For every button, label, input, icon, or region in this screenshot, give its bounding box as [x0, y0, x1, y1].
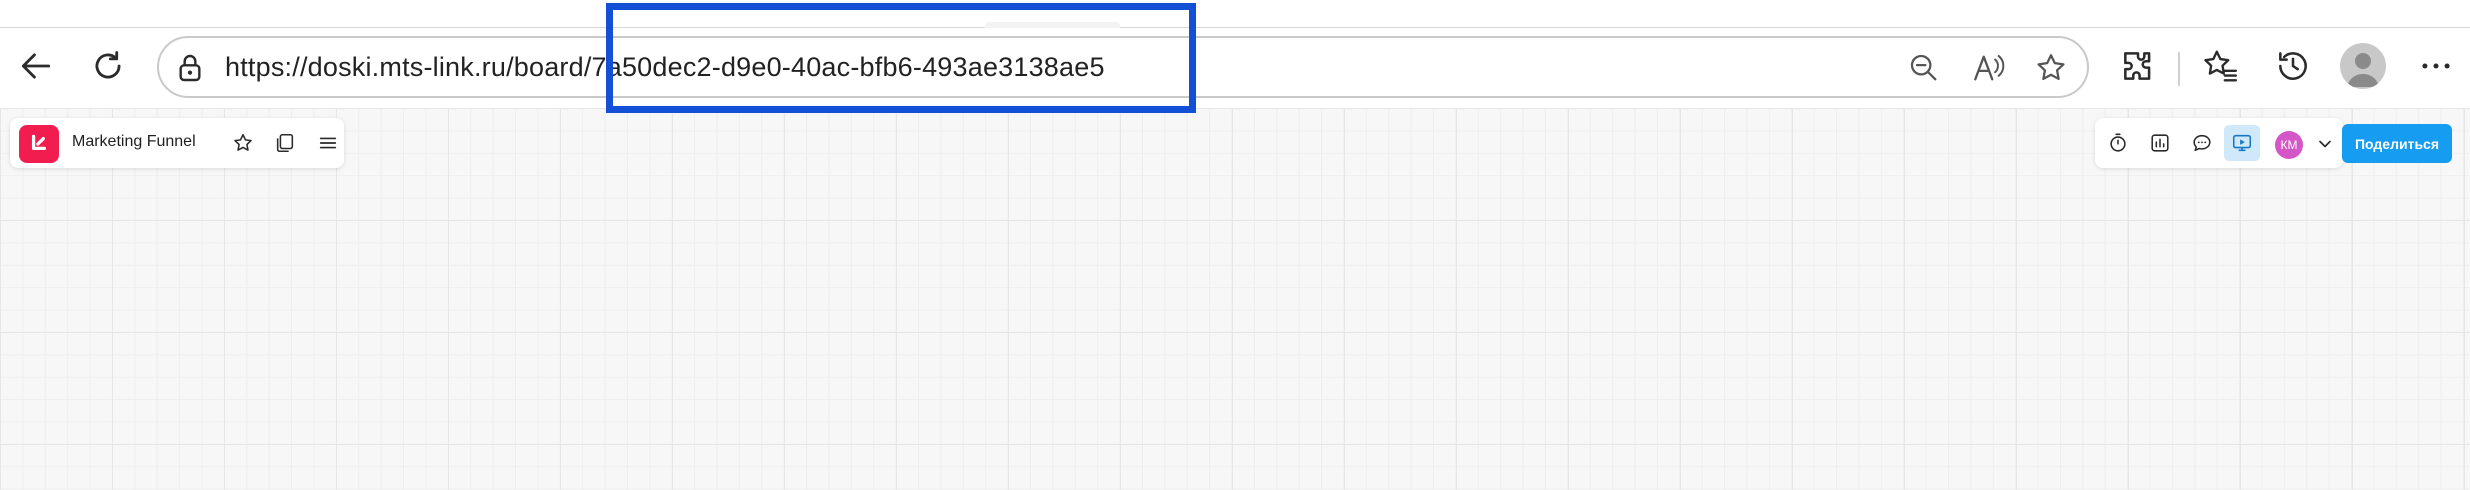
browser-window: https://doski.mts-link.ru/board/7a50dec2… — [0, 0, 2470, 490]
board-tools-panel: КМ — [2095, 118, 2343, 168]
favorites-icon — [2204, 50, 2238, 82]
timer-icon — [2110, 133, 2126, 152]
mts-link-logo-icon — [31, 134, 47, 150]
chart-icon — [2151, 134, 2169, 152]
board-menu-button[interactable] — [315, 130, 341, 156]
copy-board-button[interactable] — [272, 130, 298, 156]
toolbar-separator — [2178, 52, 2180, 86]
lock-icon[interactable] — [174, 52, 206, 84]
refresh-button[interactable] — [82, 40, 134, 92]
hamburger-menu-icon — [319, 137, 337, 149]
back-button[interactable] — [10, 40, 62, 92]
refresh-icon — [95, 51, 121, 79]
profile-avatar[interactable] — [2340, 43, 2386, 89]
favorites-button[interactable] — [2194, 40, 2246, 92]
board-header-panel: Marketing Funnel — [10, 118, 344, 168]
voting-button[interactable] — [2147, 130, 2173, 156]
extensions-button[interactable] — [2112, 40, 2164, 92]
more-button[interactable] — [2410, 40, 2462, 92]
favorite-star-icon — [2037, 54, 2065, 81]
url-text[interactable]: https://doski.mts-link.ru/board/7a50dec2… — [225, 52, 1105, 83]
tab-strip — [0, 0, 2470, 28]
star-icon — [234, 133, 252, 151]
copy-icon — [276, 133, 294, 153]
zoom-out-icon — [1910, 54, 1937, 81]
chevron-down-icon[interactable] — [2315, 134, 2335, 154]
extensions-icon — [2124, 52, 2151, 80]
comments-button[interactable] — [2189, 130, 2215, 156]
presentation-icon — [2232, 134, 2252, 152]
favorite-board-button[interactable] — [230, 130, 256, 156]
app-logo[interactable] — [19, 125, 59, 163]
address-bar[interactable]: https://doski.mts-link.ru/board/7a50dec2… — [157, 36, 2089, 98]
board-title[interactable]: Marketing Funnel — [72, 133, 196, 151]
history-button[interactable] — [2267, 40, 2319, 92]
user-avatar-badge[interactable]: КМ — [2275, 131, 2303, 159]
read-aloud-button[interactable] — [1969, 49, 2007, 87]
comment-icon — [2193, 134, 2211, 152]
person-icon — [2347, 53, 2379, 87]
zoom-out-button[interactable] — [1905, 49, 1943, 87]
history-icon — [2279, 52, 2307, 80]
presentation-button[interactable] — [2224, 125, 2260, 161]
add-favorite-button[interactable] — [2032, 49, 2070, 87]
back-icon — [21, 53, 51, 79]
share-button[interactable]: Поделиться — [2342, 124, 2452, 163]
more-icon — [2422, 63, 2450, 69]
read-aloud-icon — [1974, 54, 2005, 81]
timer-button[interactable] — [2105, 130, 2131, 156]
